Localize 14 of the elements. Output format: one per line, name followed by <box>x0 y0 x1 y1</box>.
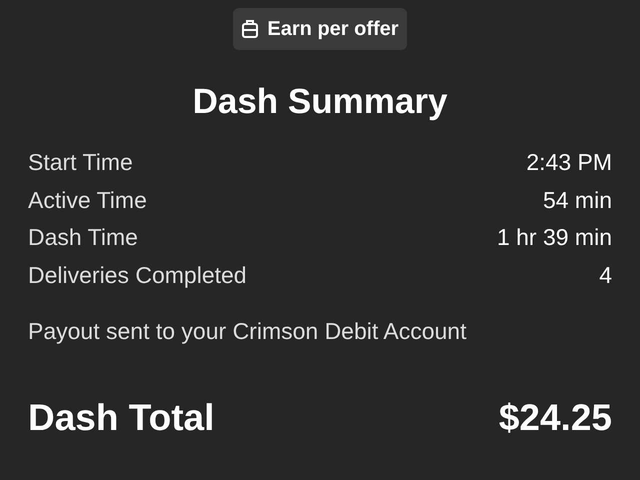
stat-value: 4 <box>599 260 612 290</box>
stat-label: Deliveries Completed <box>28 260 247 290</box>
stat-label: Start Time <box>28 148 133 178</box>
stat-label: Active Time <box>28 186 147 215</box>
stat-value: 1 hr 39 min <box>496 223 612 252</box>
total-value: $24.25 <box>498 396 612 440</box>
summary-title: Dash Summary <box>192 81 448 123</box>
stat-value: 2:43 PM <box>526 148 612 178</box>
payout-note: Payout sent to your Crimson Debit Account <box>28 316 468 346</box>
stat-value: 54 min <box>542 186 612 215</box>
bag-icon <box>241 19 260 39</box>
total-label: Dash Total <box>28 396 214 440</box>
badge-label: Earn per offer <box>267 17 399 42</box>
stat-label: Dash Time <box>28 223 138 252</box>
